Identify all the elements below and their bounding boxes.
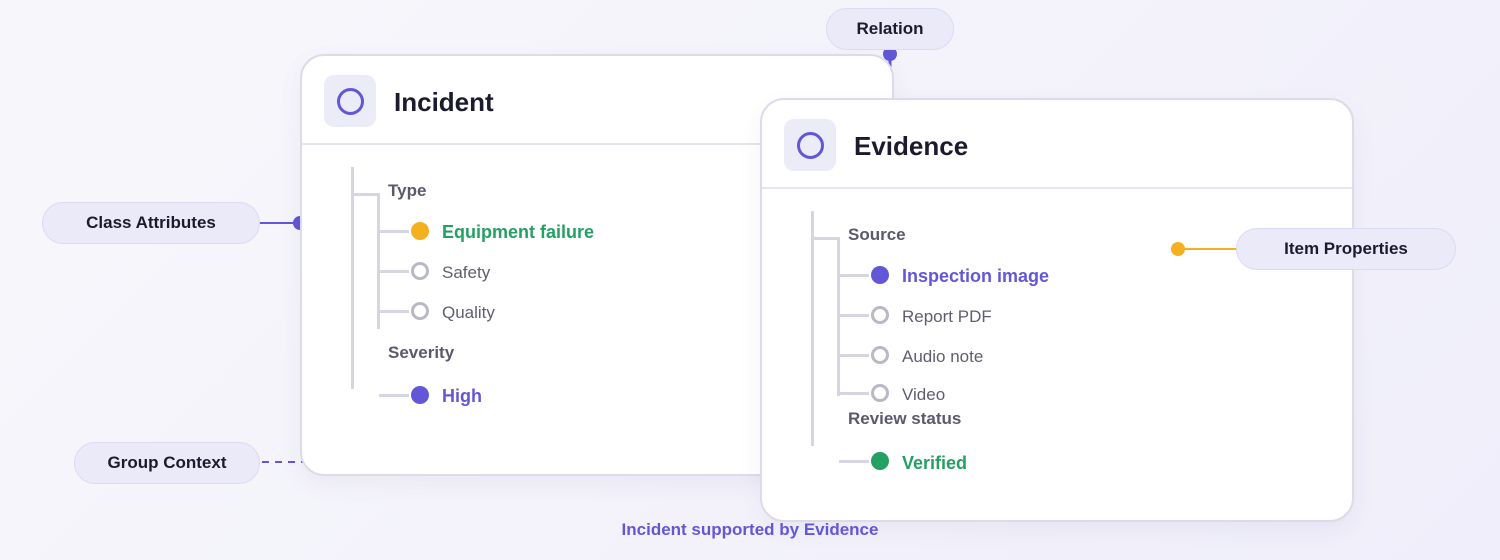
incident-icon-box (324, 75, 376, 127)
unselected-dot[interactable] (871, 306, 889, 324)
item-branch (379, 394, 409, 397)
item-verified[interactable]: Verified (902, 453, 967, 473)
unselected-dot[interactable] (411, 302, 429, 320)
evidence-card[interactable]: Evidence Source Inspection image Report … (760, 98, 1354, 522)
source-group-branch (811, 237, 839, 240)
class-attributes-callout: Class Attributes (42, 202, 260, 244)
incident-tree-line (351, 167, 354, 389)
group-label-type: Type (388, 181, 427, 200)
diagram-caption: Incident supported by Evidence (621, 520, 879, 539)
group-context-callout: Group Context (74, 442, 260, 484)
evidence-icon-box (784, 119, 836, 171)
item-branch (839, 392, 869, 395)
selected-dot[interactable] (871, 452, 889, 470)
item-high[interactable]: High (442, 386, 482, 406)
item-branch (839, 274, 869, 277)
incident-title: Incident (394, 87, 494, 117)
selected-dot[interactable] (411, 222, 429, 240)
selected-dot[interactable] (871, 266, 889, 284)
type-group-line (377, 193, 380, 329)
relation-callout: Relation (826, 8, 954, 50)
item-branch (839, 314, 869, 317)
unselected-dot[interactable] (871, 384, 889, 402)
item-equipment-failure[interactable]: Equipment failure (442, 222, 594, 242)
circle-icon (797, 132, 824, 159)
evidence-card-header: Evidence (762, 100, 1352, 189)
group-label-severity: Severity (388, 343, 455, 362)
item-branch (379, 270, 409, 273)
item-safety[interactable]: Safety (442, 263, 490, 283)
evidence-title: Evidence (854, 131, 969, 161)
item-video[interactable]: Video (902, 385, 945, 405)
item-properties-callout: Item Properties (1236, 228, 1456, 270)
item-branch (839, 354, 869, 357)
unselected-dot[interactable] (411, 262, 429, 280)
item-branch (839, 460, 869, 463)
item-quality[interactable]: Quality (442, 303, 495, 323)
item-inspection-image[interactable]: Inspection image (902, 266, 1049, 286)
selected-dot[interactable] (411, 386, 429, 404)
type-group-branch (351, 193, 379, 196)
item-audio-note[interactable]: Audio note (902, 347, 983, 367)
evidence-tree-line (811, 211, 814, 446)
group-label-source: Source (848, 225, 906, 244)
item-report-pdf[interactable]: Report PDF (902, 307, 992, 327)
unselected-dot[interactable] (871, 346, 889, 364)
circle-icon (337, 88, 364, 115)
item-branch (379, 310, 409, 313)
item-branch (379, 230, 409, 233)
group-label-review-status: Review status (848, 409, 962, 428)
